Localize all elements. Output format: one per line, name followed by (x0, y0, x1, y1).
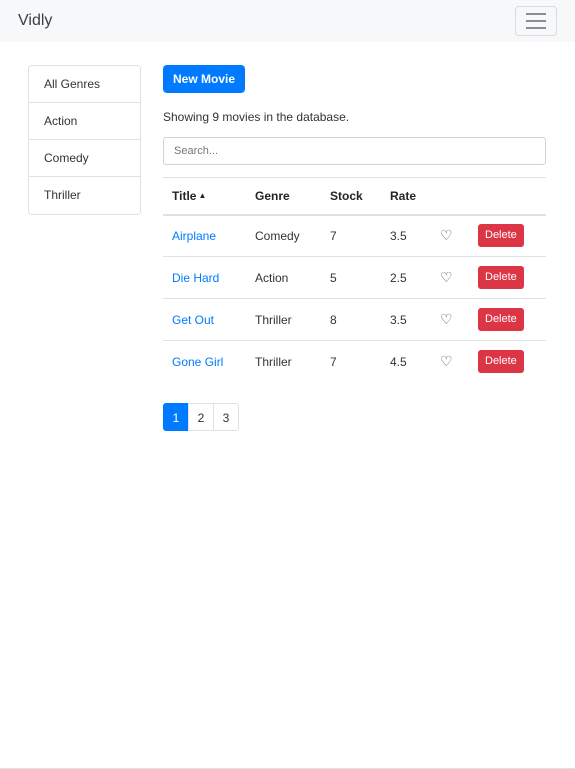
genre-item-comedy[interactable]: Comedy (29, 140, 140, 177)
caret-up-icon: ▲ (198, 190, 207, 200)
movie-count-text: Showing 9 movies in the database. (163, 110, 350, 124)
genre-list: All Genres Action Comedy Thriller (28, 65, 141, 215)
movie-title-link[interactable]: Get Out (172, 313, 214, 327)
genre-item-all[interactable]: All Genres (29, 66, 140, 103)
movie-title-link[interactable]: Die Hard (172, 271, 219, 285)
navbar-toggler-button[interactable] (515, 6, 557, 36)
table-row: Get Out Thriller 8 3.5 ♡ Delete (163, 299, 546, 341)
navbar: Vidly (0, 0, 575, 42)
brand-link[interactable]: Vidly (18, 12, 52, 30)
column-header-title[interactable]: Title ▲ (163, 178, 246, 215)
movie-title-link[interactable]: Airplane (172, 229, 216, 243)
main-content: New Movie Showing 9 movies in the databa… (163, 65, 546, 431)
column-header-genre[interactable]: Genre (246, 178, 321, 215)
movie-genre: Thriller (255, 354, 292, 369)
movie-genre: Thriller (255, 312, 292, 327)
heart-icon[interactable]: ♡ (440, 227, 453, 243)
delete-button[interactable]: Delete (478, 350, 524, 374)
genre-item-action[interactable]: Action (29, 103, 140, 140)
table-row: Die Hard Action 5 2.5 ♡ Delete (163, 257, 546, 299)
table-row: Gone Girl Thriller 7 4.5 ♡ Delete (163, 341, 546, 383)
movie-rate: 3.5 (390, 312, 407, 327)
genre-item-thriller[interactable]: Thriller (29, 177, 140, 214)
search-input[interactable] (163, 137, 546, 165)
movie-title-link[interactable]: Gone Girl (172, 355, 223, 369)
column-header-rate[interactable]: Rate (381, 178, 431, 215)
column-header-like (431, 178, 469, 215)
movie-rate: 4.5 (390, 354, 407, 369)
delete-button[interactable]: Delete (478, 308, 524, 331)
column-header-stock[interactable]: Stock (321, 178, 381, 215)
new-movie-button[interactable]: New Movie (163, 65, 246, 93)
page-link-2[interactable]: 2 (188, 402, 214, 431)
movies-table: Title ▲ Genre Stock Rate Airplane Comedy … (163, 177, 546, 383)
table-row: Airplane Comedy 7 3.5 ♡ Delete (163, 215, 546, 257)
movie-rate: 3.5 (390, 228, 407, 243)
movie-rate: 2.5 (390, 270, 407, 285)
movie-genre: Action (255, 270, 289, 285)
heart-icon[interactable]: ♡ (440, 353, 453, 369)
pagination: 1 2 3 (163, 402, 546, 431)
hamburger-menu-icon (526, 13, 546, 15)
heart-icon[interactable]: ♡ (440, 311, 453, 327)
movie-stock: 7 (330, 228, 337, 243)
table-header-row: Title ▲ Genre Stock Rate (163, 177, 546, 215)
page-link-1[interactable]: 1 (163, 402, 189, 431)
column-header-delete (469, 178, 546, 215)
movie-genre: Comedy (255, 228, 300, 243)
movie-stock: 8 (330, 312, 337, 327)
heart-icon[interactable]: ♡ (440, 269, 453, 285)
movie-stock: 5 (330, 270, 337, 285)
movie-stock: 7 (330, 354, 337, 369)
delete-button[interactable]: Delete (478, 224, 524, 248)
page-link-3[interactable]: 3 (213, 402, 239, 431)
delete-button[interactable]: Delete (478, 266, 524, 289)
